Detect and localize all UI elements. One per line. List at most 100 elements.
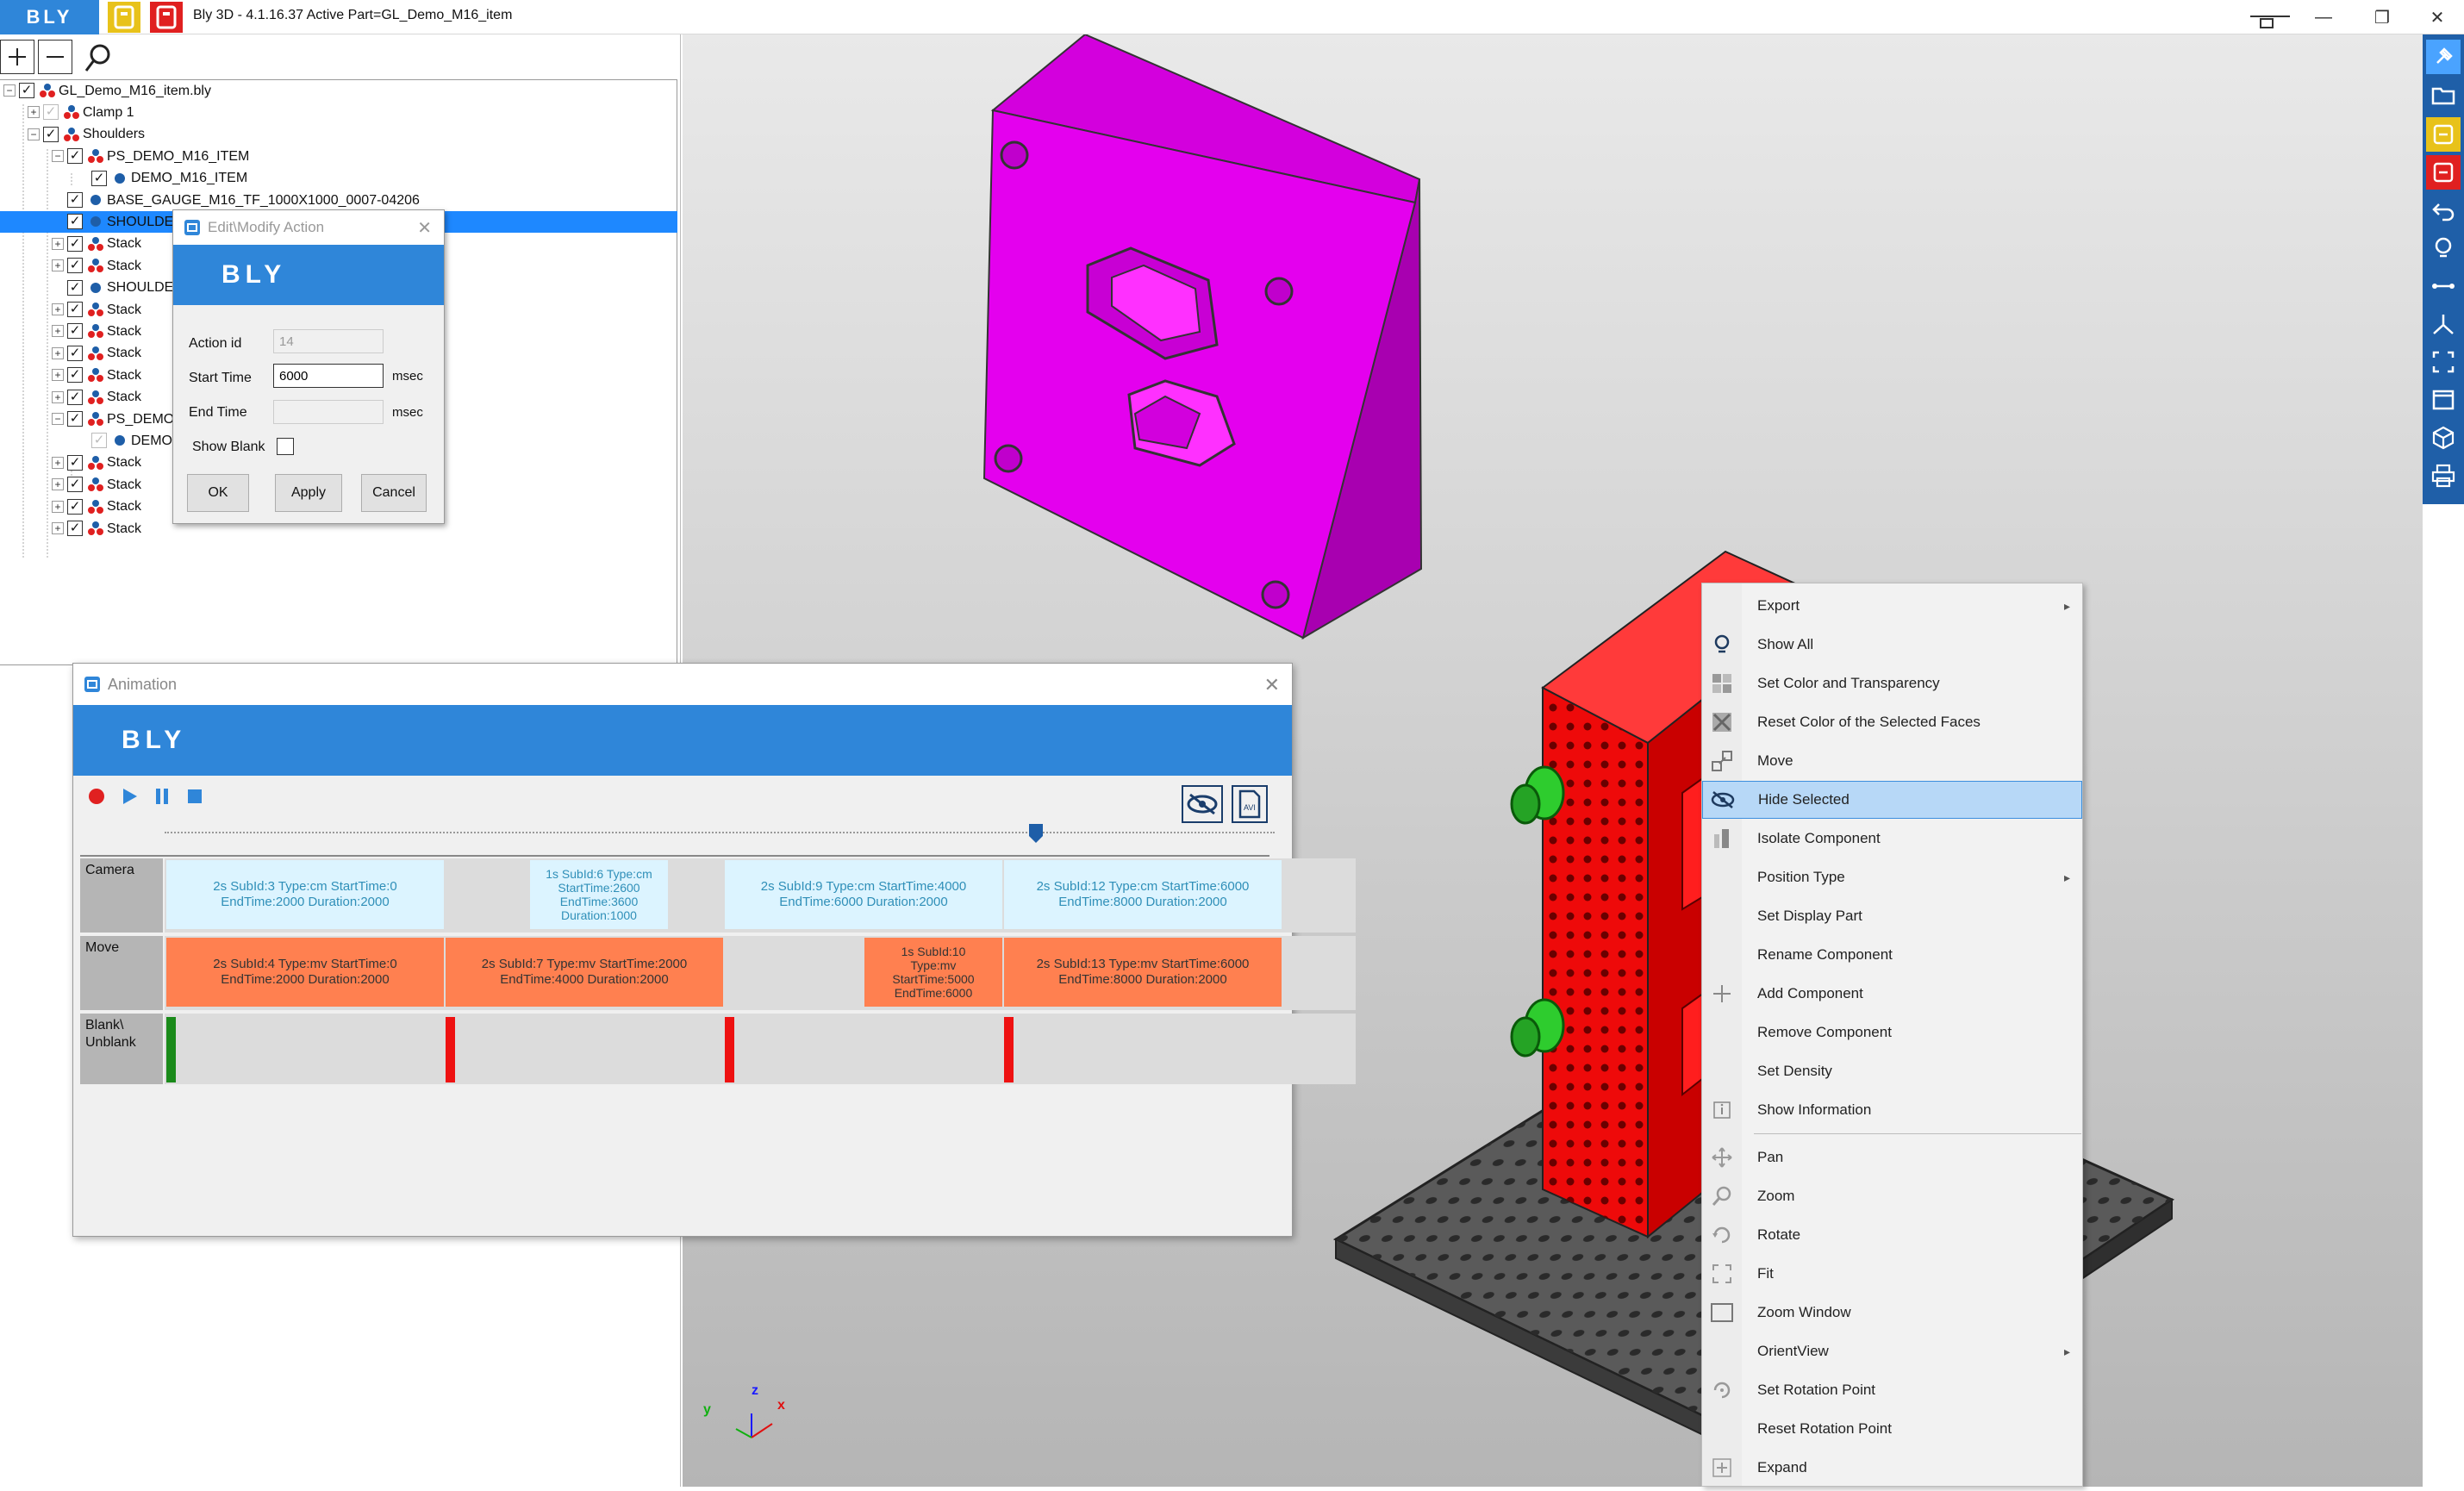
menu-item-zoom[interactable]: Zoom	[1702, 1177, 2082, 1215]
cube-icon[interactable]	[2426, 421, 2461, 455]
collapse-toggle-icon[interactable]: −	[28, 128, 40, 140]
menu-item-show-information[interactable]: Show Information	[1702, 1091, 2082, 1129]
tree-item-checkbox[interactable]: ✓	[67, 498, 83, 515]
avi-export-icon[interactable]: AVI	[1232, 785, 1268, 823]
tree-item-checkbox[interactable]: ✓	[67, 258, 83, 274]
menu-item-remove-component[interactable]: Remove Component	[1702, 1014, 2082, 1051]
pin-icon[interactable]	[2246, 3, 2294, 31]
tree-item-checkbox[interactable]: ✓	[67, 389, 83, 405]
show-blank-checkbox[interactable]	[277, 438, 294, 455]
axis-icon[interactable]	[2426, 307, 2461, 341]
unblank-marker[interactable]	[166, 1017, 176, 1082]
tree-item[interactable]: ✓ BASE_GAUGE_M16_TF_1000X1000_0007-04206	[0, 190, 677, 211]
expand-toggle-icon[interactable]: +	[52, 369, 64, 382]
eye-hidden-icon[interactable]	[1182, 785, 1223, 823]
record-button[interactable]	[84, 783, 109, 809]
menu-item-show-all[interactable]: Show All	[1702, 626, 2082, 664]
tree-item-checkbox[interactable]: ✓	[67, 411, 83, 427]
move-block[interactable]: 1s SubId:10 Type:mv StartTime:5000 EndTi…	[864, 938, 1002, 1007]
expand-toggle-icon[interactable]: +	[52, 478, 64, 491]
fit-all-icon[interactable]	[2426, 345, 2461, 379]
green-clamp-upper[interactable]	[1510, 765, 1565, 825]
menu-item-move[interactable]: Move	[1702, 742, 2082, 780]
animation-close-icon[interactable]: ✕	[1264, 674, 1280, 696]
undo-icon[interactable]	[2426, 193, 2461, 228]
tree-item-checkbox[interactable]: ✓	[19, 83, 34, 98]
menu-item-zoom-window[interactable]: Zoom Window	[1702, 1294, 2082, 1332]
measure-icon[interactable]	[2426, 269, 2461, 303]
menu-item-fit[interactable]: Fit	[1702, 1255, 2082, 1293]
tree-item-checkbox[interactable]: ✓	[67, 302, 83, 317]
red-tool-icon[interactable]	[2426, 155, 2461, 190]
timeline-thumb[interactable]	[1029, 824, 1043, 843]
close-button[interactable]: ✕	[2413, 3, 2461, 31]
tree-item-checkbox[interactable]: ✓	[43, 126, 59, 142]
stop-button[interactable]	[182, 783, 208, 809]
open-folder-icon[interactable]	[2426, 78, 2461, 112]
blank-marker[interactable]	[725, 1017, 734, 1082]
collapse-toggle-icon[interactable]: −	[52, 413, 64, 425]
tree-item-checkbox[interactable]: ✓	[67, 323, 83, 340]
ok-button[interactable]: OK	[187, 474, 249, 512]
tree-item-checkbox[interactable]: ✓	[91, 170, 107, 186]
menu-item-position-type[interactable]: Position Type ▸	[1702, 858, 2082, 896]
expand-toggle-icon[interactable]: +	[52, 237, 64, 250]
expand-toggle-icon[interactable]: +	[52, 346, 64, 359]
camera-block[interactable]: 2s SubId:9 Type:cm StartTime:4000 EndTim…	[725, 860, 1002, 929]
menu-item-orientview[interactable]: OrientView ▸	[1702, 1332, 2082, 1370]
minimize-button[interactable]: —	[2299, 3, 2348, 31]
expand-toggle-icon[interactable]: +	[52, 325, 64, 338]
menu-item-set-display-part[interactable]: Set Display Part	[1702, 897, 2082, 935]
green-clamp-lower[interactable]	[1510, 998, 1565, 1057]
menu-item-pan[interactable]: Pan	[1702, 1139, 2082, 1176]
tree-item[interactable]: − ✓ Shoulders	[0, 124, 677, 146]
tree-item-checkbox[interactable]: ✓	[43, 104, 59, 121]
menu-item-hide-selected[interactable]: Hide Selected	[1702, 781, 2082, 819]
tree-item-checkbox[interactable]: ✓	[67, 345, 83, 361]
menu-item-isolate-component[interactable]: Isolate Component	[1702, 820, 2082, 858]
tree-item-checkbox[interactable]: ✓	[67, 454, 83, 471]
print-icon[interactable]	[2426, 459, 2461, 493]
menu-item-set-color-and-transparency[interactable]: Set Color and Transparency	[1702, 664, 2082, 702]
tree-item-checkbox[interactable]: ✓	[67, 279, 83, 296]
menu-item-export[interactable]: Export ▸	[1702, 587, 2082, 625]
pin-tool-icon[interactable]	[2426, 40, 2461, 74]
pause-button[interactable]	[149, 783, 175, 809]
menu-item-expand[interactable]: Expand	[1702, 1449, 2082, 1487]
lightbulb-icon[interactable]	[2426, 231, 2461, 265]
expand-toggle-icon[interactable]: +	[52, 522, 64, 534]
yellow-app-icon[interactable]	[108, 2, 140, 33]
tree-item[interactable]: − ✓ PS_DEMO_M16_ITEM	[0, 146, 677, 167]
tree-item-checkbox[interactable]: ✓	[67, 192, 83, 208]
tree-item-checkbox[interactable]: ✓	[91, 433, 107, 449]
collapse-toggle-icon[interactable]: −	[3, 84, 16, 97]
move-block[interactable]: 2s SubId:7 Type:mv StartTime:2000 EndTim…	[446, 938, 723, 1007]
collapse-toggle-icon[interactable]: −	[52, 150, 64, 163]
menu-item-reset-color-of-the-selected-faces[interactable]: Reset Color of the Selected Faces	[1702, 703, 2082, 741]
collapse-all-button[interactable]	[38, 40, 72, 74]
tree-item-checkbox[interactable]: ✓	[67, 235, 83, 252]
tree-item-checkbox[interactable]: ✓	[67, 477, 83, 493]
window-icon[interactable]	[2426, 383, 2461, 417]
expand-toggle-icon[interactable]: +	[28, 106, 40, 119]
search-icon[interactable]	[81, 41, 115, 76]
tree-item-checkbox[interactable]: ✓	[67, 148, 83, 165]
menu-item-set-rotation-point[interactable]: Set Rotation Point	[1702, 1371, 2082, 1409]
menu-item-rotate[interactable]: Rotate	[1702, 1216, 2082, 1254]
yellow-tool-icon[interactable]	[2426, 117, 2461, 152]
start-time-field[interactable]	[273, 364, 384, 388]
blank-marker[interactable]	[446, 1017, 455, 1082]
blank-marker[interactable]	[1004, 1017, 1014, 1082]
tree-item-checkbox[interactable]: ✓	[67, 214, 83, 230]
expand-toggle-icon[interactable]: +	[52, 259, 64, 272]
tree-item-checkbox[interactable]: ✓	[67, 521, 83, 536]
menu-item-reset-rotation-point[interactable]: Reset Rotation Point	[1702, 1410, 2082, 1448]
expand-toggle-icon[interactable]: +	[52, 303, 64, 315]
tree-item[interactable]: + ✓ Clamp 1	[0, 102, 677, 123]
dialog-close-icon[interactable]: ✕	[417, 217, 432, 239]
cancel-button[interactable]: Cancel	[361, 474, 427, 512]
expand-toggle-icon[interactable]: +	[52, 500, 64, 513]
move-block[interactable]: 2s SubId:4 Type:mv StartTime:0 EndTime:2…	[166, 938, 444, 1007]
camera-block[interactable]: 2s SubId:12 Type:cm StartTime:6000 EndTi…	[1004, 860, 1282, 929]
camera-block[interactable]: 2s SubId:3 Type:cm StartTime:0 EndTime:2…	[166, 860, 444, 929]
